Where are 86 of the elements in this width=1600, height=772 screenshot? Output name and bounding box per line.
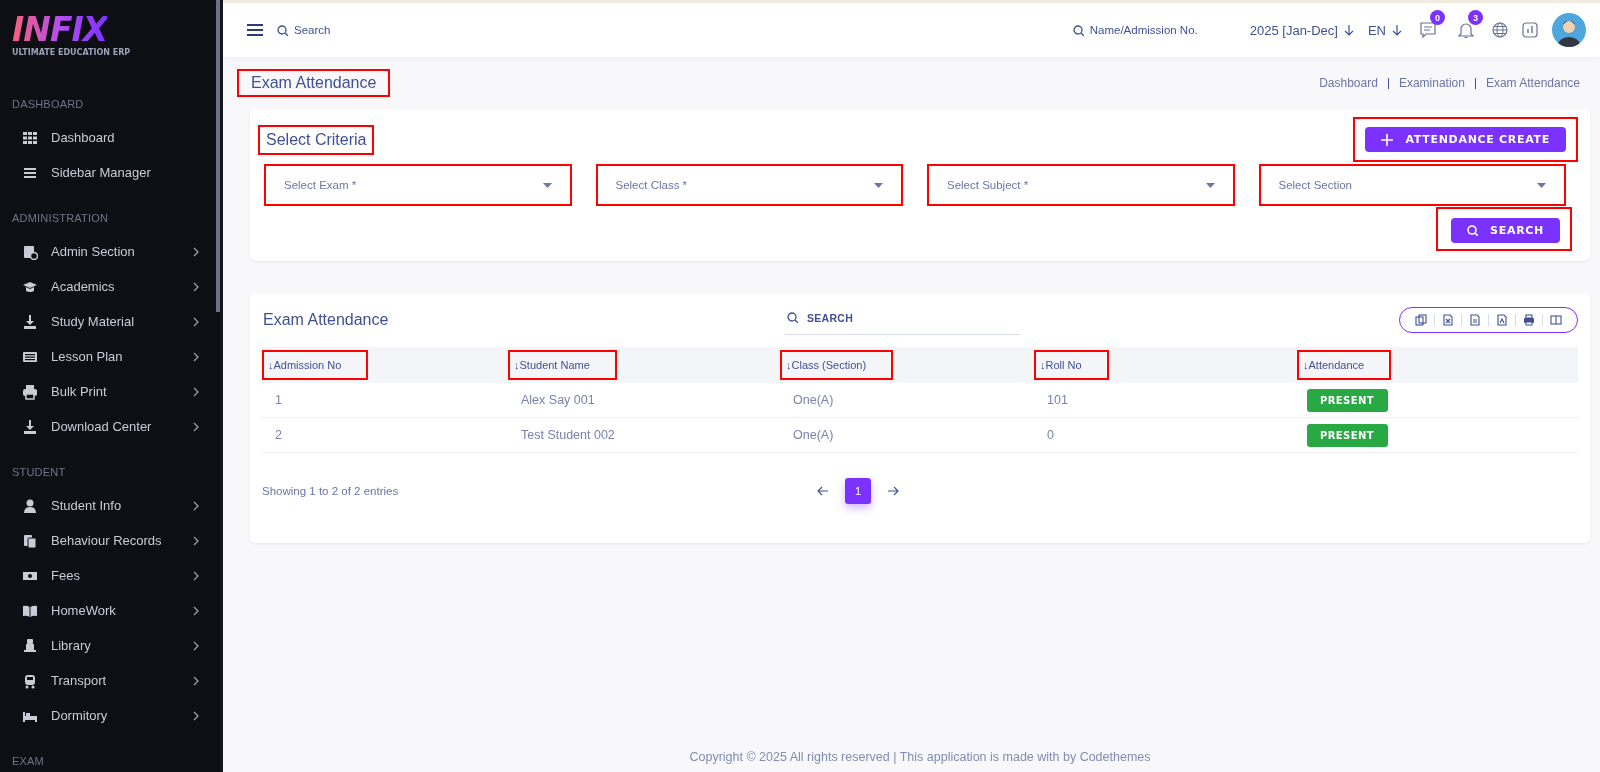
menu-item-icon (22, 672, 38, 689)
sidebar-item[interactable]: HomeWork (0, 593, 220, 628)
breadcrumb-link[interactable]: Exam Attendance (1474, 77, 1590, 89)
message-count-badge: 0 (1430, 10, 1445, 25)
brand-tagline: ULTIMATE EDUCATION ERP (12, 48, 131, 57)
column-header[interactable]: ↓Admission No (262, 350, 369, 380)
plus-icon (1381, 133, 1394, 146)
select-dropdown[interactable]: Select Class * (595, 164, 903, 206)
card-title: Select Criteria (258, 124, 375, 155)
table-cell-text: Alex Say 001 (520, 393, 596, 407)
copyright-text: Copyright © 2025 All rights reserved | This application is made with by Codethemes (689, 750, 1151, 766)
search-icon (1072, 24, 1084, 36)
column-header[interactable]: ↓Attendance (1297, 350, 1392, 380)
table-cell-text: 0 (1046, 428, 1055, 442)
table-cell-text: One(A) (792, 428, 835, 442)
caret-down-icon (1537, 182, 1546, 188)
menu-item-icon (22, 497, 38, 514)
menu-item-icon (22, 383, 38, 400)
search-icon (787, 312, 798, 323)
chat-icon[interactable] (1419, 21, 1437, 39)
arrow-left-icon[interactable] (817, 486, 829, 496)
table-cell-text: One(A) (792, 393, 835, 407)
section-title: EXAM (12, 755, 44, 768)
scrollbar-thumb[interactable] (216, 0, 220, 312)
sidebar-item[interactable]: Fees (0, 558, 220, 593)
search-field[interactable]: Search (277, 24, 477, 36)
section-title: DASHBOARD (12, 98, 84, 111)
menu-icon[interactable] (247, 24, 263, 36)
select-dropdown[interactable]: Select Subject * (927, 164, 1235, 206)
search-icon (1467, 225, 1479, 236)
attendance-status-badge: PRESENT (1307, 423, 1388, 447)
sidebar-item[interactable]: Download Center (0, 409, 220, 444)
menu-item-icon (22, 243, 38, 260)
search-icon (277, 24, 288, 36)
language-dropdown[interactable]: EN (1367, 22, 1402, 38)
menu-item-icon (22, 313, 38, 330)
attendance-create-button[interactable]: ATTENDANCE CREATE (1365, 127, 1566, 152)
menu-item-icon (22, 637, 38, 654)
table-title: Exam Attendance (262, 311, 390, 329)
sidebar-item[interactable]: Academics (0, 269, 220, 304)
student-search-field[interactable]: Name/Admission No. (1072, 24, 1198, 36)
menu-item-icon (22, 129, 38, 146)
avatar[interactable] (1552, 13, 1586, 47)
page-title: Exam Attendance (237, 69, 391, 97)
sidebar-item[interactable]: Behaviour Records (0, 523, 220, 558)
select-dropdown[interactable]: Select Section (1258, 164, 1566, 206)
sidebar-item[interactable]: Transport (0, 663, 220, 698)
menu-item-icon (22, 532, 38, 549)
table-cell-text: 2 (274, 428, 283, 442)
sidebar-item[interactable]: Student Info (0, 488, 220, 523)
caret-down-icon (542, 182, 552, 188)
chart-icon[interactable] (1522, 22, 1538, 38)
globe-icon[interactable] (1492, 22, 1508, 38)
session-dropdown[interactable]: 2025 [Jan-Dec] (1249, 22, 1354, 38)
entries-info: Showing 1 to 2 of 2 entries (262, 485, 400, 497)
sidebar-item[interactable]: Dashboard (0, 120, 220, 155)
section-title: STUDENT (12, 466, 66, 479)
arrow-down-icon (1343, 24, 1354, 36)
bell-icon[interactable] (1457, 21, 1475, 39)
search-button[interactable]: SEARCH (1451, 218, 1560, 243)
select-dropdown[interactable]: Select Exam * (264, 164, 572, 206)
breadcrumb-link[interactable]: Examination (1387, 77, 1475, 89)
column-header[interactable]: ↓Class (Section) (780, 350, 894, 380)
table-cell-text: 1 (274, 393, 283, 407)
sidebar-item[interactable]: Sidebar Manager (0, 155, 220, 190)
arrow-right-icon[interactable] (887, 486, 899, 496)
section-title: ADMINISTRATION (12, 212, 109, 225)
sidebar-item[interactable]: Lesson Plan (0, 339, 220, 374)
breadcrumb-link[interactable]: Dashboard (1309, 77, 1388, 89)
caret-down-icon (874, 182, 883, 188)
sidebar-item[interactable]: Admin Section (0, 234, 220, 269)
arrow-down-icon (1392, 24, 1402, 36)
table-search-field[interactable]: SEARCH (785, 305, 1020, 335)
page-number[interactable]: 1 (845, 478, 871, 504)
notification-count-badge: 3 (1468, 10, 1483, 25)
menu-item-icon (22, 418, 38, 435)
table-cell-text: 101 (1046, 393, 1069, 407)
sidebar-item[interactable]: Study Material (0, 304, 220, 339)
table-cell-text: Test Student 002 (520, 428, 616, 442)
sidebar-item[interactable]: Library (0, 628, 220, 663)
attendance-status-badge: PRESENT (1307, 388, 1388, 412)
column-header[interactable]: ↓Roll No (1034, 350, 1109, 380)
column-header[interactable]: ↓Student Name (508, 350, 617, 380)
sidebar-item[interactable]: Dormitory (0, 698, 220, 733)
caret-down-icon (1205, 182, 1215, 188)
sidebar-item[interactable]: Bulk Print (0, 374, 220, 409)
